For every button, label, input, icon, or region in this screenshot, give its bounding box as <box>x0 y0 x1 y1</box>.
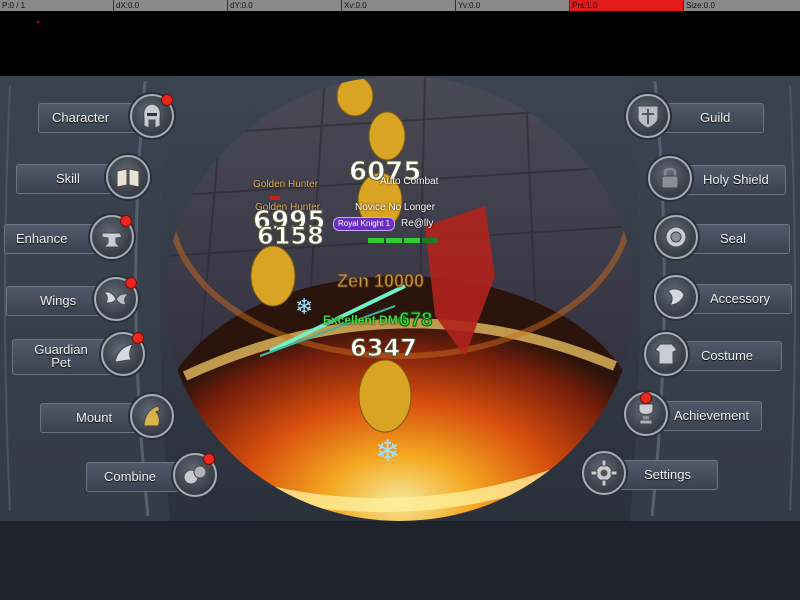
menu-label: Guild <box>700 110 731 125</box>
menu-label: Accessory <box>710 291 770 306</box>
menu-holy-shield-button[interactable]: Holy Shield <box>648 156 788 200</box>
battle-scene[interactable]: ❄ ❄ 6075 Auto Combat Golden Hunter Golde… <box>165 76 635 521</box>
notification-badge <box>120 215 132 227</box>
accessory-icon <box>654 275 698 319</box>
menu-guardian-pet-button[interactable]: Guardian Pet <box>12 332 150 376</box>
menu-costume-button[interactable]: Costume <box>644 332 784 376</box>
menu-label: Achievement <box>674 408 750 423</box>
menu-label: Mount <box>76 410 113 425</box>
menu-label: Settings <box>644 467 691 482</box>
player-title: Novice No Longer <box>355 202 436 213</box>
menu-combine-button[interactable]: Combine <box>86 453 224 497</box>
notification-badge <box>125 277 137 289</box>
notification-badge <box>132 332 144 344</box>
debug-p: P:0 / 1 <box>0 0 114 11</box>
menu-seal-button[interactable]: Seal <box>654 215 794 259</box>
debug-status-bar: P:0 / 1 dX:0.0 dY:0.0 Xv:0.0 Yv:0.0 Prs:… <box>0 0 800 11</box>
svg-text:❄: ❄ <box>375 434 400 469</box>
menu-accessory-button[interactable]: Accessory <box>654 275 794 319</box>
mount-icon <box>130 394 174 438</box>
gear-icon <box>582 451 626 495</box>
notification-badge <box>640 392 652 404</box>
player-rank: Royal Knight 1 <box>338 219 391 228</box>
menu-label: Combine <box>104 469 157 484</box>
menu-mount-button[interactable]: Mount <box>40 394 178 438</box>
player-name: Re@lly <box>401 218 434 229</box>
menu-achievement-button[interactable]: Achievement <box>624 392 764 436</box>
menu-label: Holy Shield <box>703 172 769 187</box>
menu-settings-button[interactable]: Settings <box>582 451 722 495</box>
excellent-damage-text: Excellent DMG <box>323 313 408 327</box>
book-icon <box>106 155 150 199</box>
enemy-name: Golden Hunter <box>253 179 319 190</box>
notification-badge <box>203 453 215 465</box>
seal-icon <box>654 215 698 259</box>
touch-dot <box>37 21 39 23</box>
menu-label: Costume <box>701 348 754 363</box>
menu-character-button[interactable]: Character <box>38 94 176 138</box>
debug-dx: dX:0.0 <box>114 0 228 11</box>
debug-yv: Yv:0.0 <box>456 0 570 11</box>
player-rank-badge: Royal Knight 1 <box>333 217 396 231</box>
menu-wings-button[interactable]: Wings <box>6 277 144 321</box>
auto-combat-label: Auto Combat <box>380 176 439 187</box>
notification-badge <box>161 94 173 106</box>
debug-xv: Xv:0.0 <box>342 0 456 11</box>
debug-size: Size:0.0 <box>686 1 715 10</box>
bottom-bar <box>0 521 800 600</box>
zen-text: Zen 10000 <box>336 271 425 292</box>
menu-label: Character <box>52 110 110 125</box>
heal-number: 678 <box>398 309 433 332</box>
menu-label: Seal <box>720 231 747 246</box>
svg-text:❄: ❄ <box>295 295 313 320</box>
menu-guild-button[interactable]: Guild <box>626 94 766 138</box>
debug-dy: dY:0.0 <box>228 0 342 11</box>
debug-prs: Prs:1.0 <box>570 0 684 11</box>
hp-segment <box>368 238 384 243</box>
damage-number: 6158 <box>257 222 325 251</box>
guild-crest-icon <box>626 94 670 138</box>
menu-label: Wings <box>40 293 77 308</box>
menu-label: Skill <box>56 171 80 186</box>
costume-icon <box>644 332 688 376</box>
damage-number: 6347 <box>350 334 418 363</box>
menu-label: Guardian Pet <box>34 342 88 370</box>
menu-enhance-button[interactable]: Enhance <box>4 215 142 259</box>
lock-icon <box>648 156 692 200</box>
menu-label: Enhance <box>16 231 68 246</box>
menu-skill-button[interactable]: Skill <box>16 155 154 199</box>
